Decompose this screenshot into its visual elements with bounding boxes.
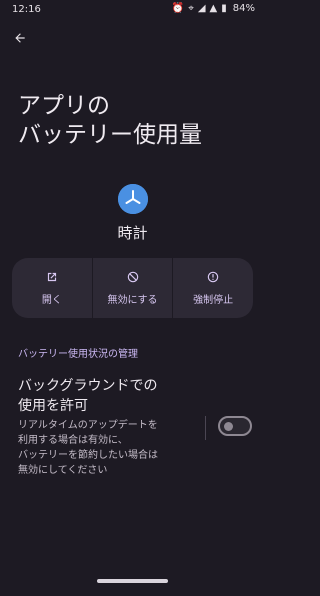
open-icon	[47, 272, 56, 282]
battery-percentage: 84%	[232, 3, 255, 14]
open-button[interactable]: 開く	[12, 258, 92, 318]
section-header: バッテリー使用状況の管理	[18, 349, 138, 360]
status-time: 12:16	[12, 4, 41, 15]
home-indicator[interactable]	[97, 579, 168, 583]
status-icons: ⏰ ⌖ ◢ ▲ ▮ 84%	[172, 3, 255, 15]
force-stop-label: 強制停止	[193, 295, 234, 306]
alarm-icon: ⏰	[171, 3, 185, 14]
page-title: アプリの バッテリー使用量	[18, 93, 202, 148]
battery-icon: ▮	[221, 3, 227, 14]
back-arrow-icon	[15, 33, 25, 43]
background-usage-toggle[interactable]	[218, 416, 252, 436]
wifi-icon: ◢	[197, 3, 206, 14]
status-bar: 12:16 ⏰ ⌖ ◢ ▲ ▮ 84%	[0, 0, 265, 22]
disable-icon	[127, 271, 138, 283]
location-icon: ⌖	[188, 3, 194, 14]
disable-button[interactable]: 無効にする	[91, 258, 173, 318]
background-usage-summary: リアルタイムのアップデートを 利用する場合は有効に、 バッテリーを節約したい場合…	[18, 420, 158, 476]
setting-divider	[205, 416, 206, 440]
back-button[interactable]	[10, 28, 30, 48]
force-stop-icon	[207, 271, 219, 283]
clock-app-icon	[118, 184, 148, 214]
disable-label: 無効にする	[107, 295, 158, 306]
force-stop-button[interactable]: 強制停止	[172, 258, 253, 318]
signal-icon: ▲	[209, 3, 218, 14]
action-buttons: 開く 無効にする 強制停止	[12, 258, 253, 318]
toggle-knob	[224, 422, 233, 431]
open-label: 開く	[41, 295, 62, 306]
app-name: 時計	[117, 224, 148, 242]
background-usage-title[interactable]: バックグラウンドでの 使用を許可	[18, 376, 198, 416]
